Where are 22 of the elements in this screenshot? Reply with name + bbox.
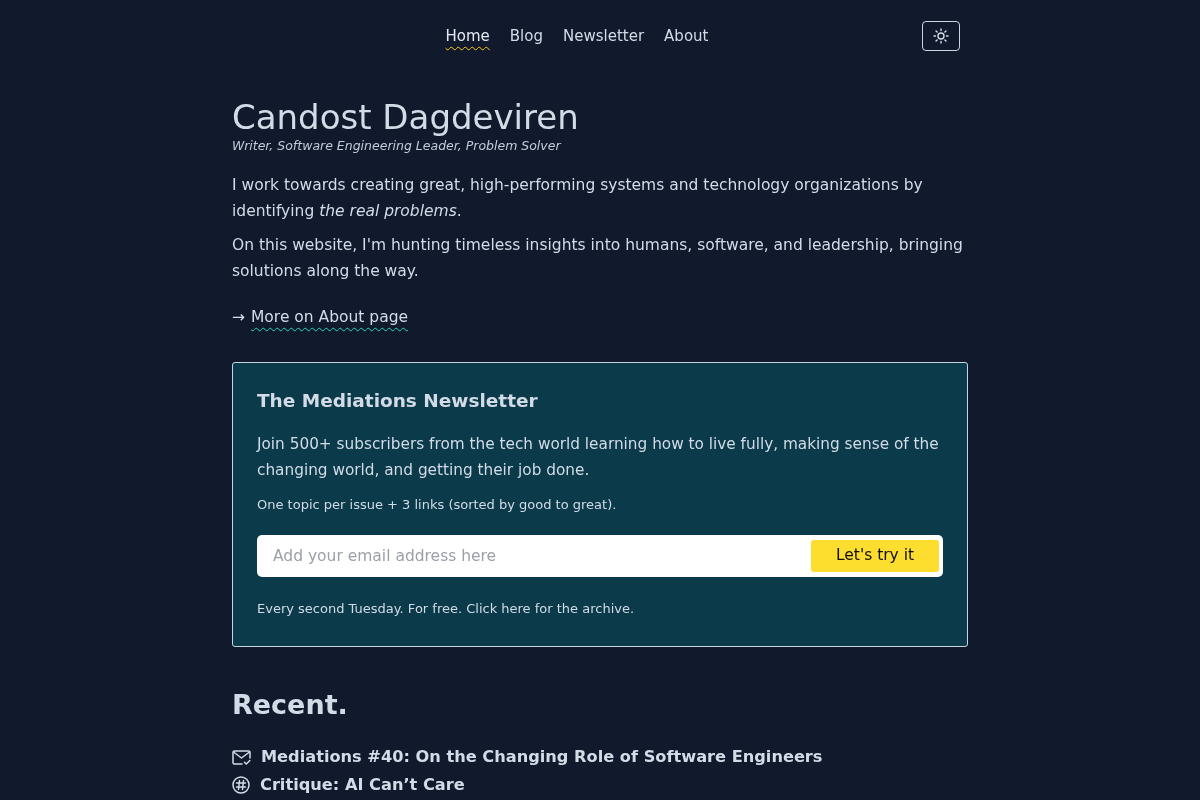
nav-link[interactable]: Newsletter	[563, 21, 645, 51]
newsletter-description: Join 500+ subscribers from the tech world learning how to live fully, making sense of the changing world, and getting their job done.	[257, 434, 940, 481]
newsletter-note: One topic per issue + 3 links (sorted by good to great).	[257, 496, 618, 514]
envelope-check-icon	[232, 748, 251, 766]
newsletter-title: The Mediations Newsletter	[257, 389, 539, 413]
tagline: Writer, Software Engineering Leader, Problem Solver	[232, 137, 563, 155]
author-name: Candost Dagdeviren	[232, 97, 580, 137]
theme-toggle-button[interactable]	[922, 21, 960, 51]
sun-icon	[933, 28, 949, 44]
hash-circle-icon	[232, 776, 250, 794]
nav-link[interactable]: About	[664, 21, 709, 51]
recent-heading: Recent.	[232, 688, 349, 722]
nav-link[interactable]: Blog	[509, 21, 543, 51]
arrow-glyph: →	[232, 307, 245, 328]
newsletter-footer-note: Every second Tuesday. For free. Click here for the archive.	[257, 600, 636, 618]
intro-paragraph: I work towards creating great, high-performing systems and technology organizations by identifying the real problems.	[232, 175, 924, 222]
post-link[interactable]: Mediations #40: On the Changing Role of Software Engineers	[261, 745, 823, 769]
about-page-link[interactable]: More on About page	[251, 304, 409, 330]
nav-link[interactable]: Home	[445, 21, 490, 51]
post-link[interactable]: Critique: AI Can’t Care	[260, 773, 465, 797]
intro-paragraph: On this website, I'm hunting timeless insights into humans, software, and leadership, bringing solutions along the way.	[232, 235, 964, 282]
subscribe-button[interactable]: Let's try it	[811, 540, 939, 572]
